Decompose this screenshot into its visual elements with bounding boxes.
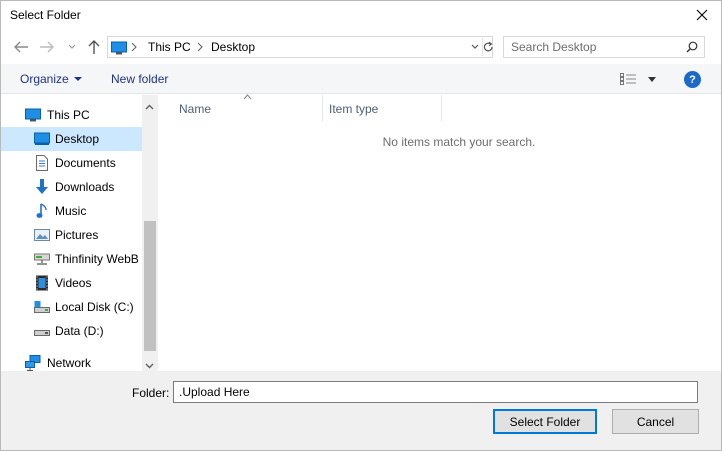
scrollbar-thumb[interactable] (144, 221, 156, 351)
breadcrumb-desktop[interactable]: Desktop (211, 40, 255, 54)
address-dropdown-button[interactable] (468, 39, 482, 55)
chevron-down-icon (68, 44, 76, 49)
pc-icon (111, 41, 127, 58)
sort-ascending-icon (243, 94, 252, 100)
empty-message: No items match your search. (382, 135, 536, 149)
organize-label: Organize (20, 72, 69, 86)
search-input[interactable] (504, 37, 684, 57)
address-bar[interactable]: This PC Desktop (107, 36, 493, 58)
network-icon (25, 355, 41, 371)
search-icon[interactable] (686, 41, 698, 56)
up-arrow-icon (88, 40, 100, 54)
view-details-icon (620, 73, 636, 85)
chevron-down-icon[interactable] (145, 358, 154, 372)
nav-label: Network (47, 356, 92, 370)
recent-locations-button[interactable] (65, 37, 79, 57)
command-bar: Organize New folder ? (1, 64, 721, 94)
column-header-name[interactable]: Name (159, 94, 323, 121)
close-button[interactable] (689, 4, 715, 26)
chevron-up-icon[interactable] (145, 99, 154, 113)
downloads-icon (34, 179, 50, 195)
breadcrumb-separator-icon (197, 41, 203, 55)
nav-item-desktop[interactable]: Desktop (1, 127, 142, 151)
nav-item-music[interactable]: Music (1, 199, 142, 223)
nav-label: Local Disk (C:) (55, 300, 134, 314)
new-folder-button[interactable]: New folder (111, 72, 168, 86)
up-button[interactable] (85, 37, 103, 57)
back-button[interactable] (11, 37, 31, 57)
nav-label: Data (D:) (55, 324, 104, 338)
nav-label: Downloads (55, 180, 115, 194)
title-bar: Select Folder (1, 1, 721, 29)
address-row: This PC Desktop (1, 33, 721, 61)
pictures-icon (34, 227, 50, 243)
forward-button[interactable] (37, 37, 57, 57)
nav-item-pictures[interactable]: Pictures (1, 223, 142, 247)
back-arrow-icon (14, 41, 28, 53)
footer-panel: Folder: Select Folder Cancel (1, 371, 721, 450)
nav-label: Music (55, 204, 87, 218)
forward-arrow-icon (40, 41, 54, 53)
videos-icon (34, 275, 50, 291)
nav-label: Desktop (55, 132, 100, 146)
nav-item-thinfinity[interactable]: Thinfinity WebB (1, 247, 142, 271)
select-folder-button[interactable]: Select Folder (493, 409, 597, 434)
select-folder-dialog: Select Folder This PC Desktop Search Des… (0, 0, 722, 451)
caret-down-icon (648, 76, 656, 82)
chevron-down-icon (471, 44, 479, 49)
column-header-label: Name (179, 102, 212, 116)
column-header-item-type[interactable]: Item type (323, 95, 442, 121)
navigation-pane: This PC Desktop Documents Downloads Musi… (1, 95, 158, 371)
nav-item-data-d[interactable]: Data (D:) (1, 319, 142, 343)
nav-item-documents[interactable]: Documents (1, 151, 142, 175)
cancel-button[interactable]: Cancel (612, 409, 699, 434)
nav-label: Documents (55, 156, 116, 170)
nav-item-videos[interactable]: Videos (1, 271, 142, 295)
nav-label: Videos (55, 276, 92, 290)
breadcrumb-separator-icon (131, 41, 137, 55)
nav-label: This PC (47, 108, 90, 122)
music-icon (34, 203, 50, 219)
nav-item-this-pc[interactable]: This PC (1, 103, 142, 127)
file-list: Name Item type No items match your searc… (159, 94, 721, 371)
nav-label: Thinfinity WebB (55, 252, 139, 266)
network-drive-icon (34, 251, 50, 267)
nav-item-local-disk-c[interactable]: Local Disk (C:) (1, 295, 142, 319)
search-box (503, 36, 705, 58)
nav-item-downloads[interactable]: Downloads (1, 175, 142, 199)
nav-label: Pictures (55, 228, 99, 242)
window-title: Select Folder (10, 8, 81, 22)
breadcrumb-this-pc[interactable]: This PC (148, 40, 191, 54)
local-disk-icon (34, 299, 50, 315)
folder-label: Folder: (132, 386, 170, 400)
folder-name-input[interactable] (173, 381, 698, 403)
pc-icon (25, 107, 41, 123)
drive-icon (34, 323, 50, 339)
column-header-label: Item type (329, 102, 379, 116)
documents-icon (34, 155, 50, 171)
close-icon (696, 9, 708, 21)
organize-button[interactable]: Organize (20, 72, 82, 86)
refresh-icon (483, 41, 493, 52)
desktop-icon (34, 131, 50, 147)
change-view-button[interactable] (620, 71, 660, 87)
refresh-button[interactable] (482, 38, 494, 56)
help-button[interactable]: ? (684, 71, 701, 88)
caret-down-icon (73, 77, 82, 81)
nav-scrollbar[interactable] (142, 95, 158, 371)
